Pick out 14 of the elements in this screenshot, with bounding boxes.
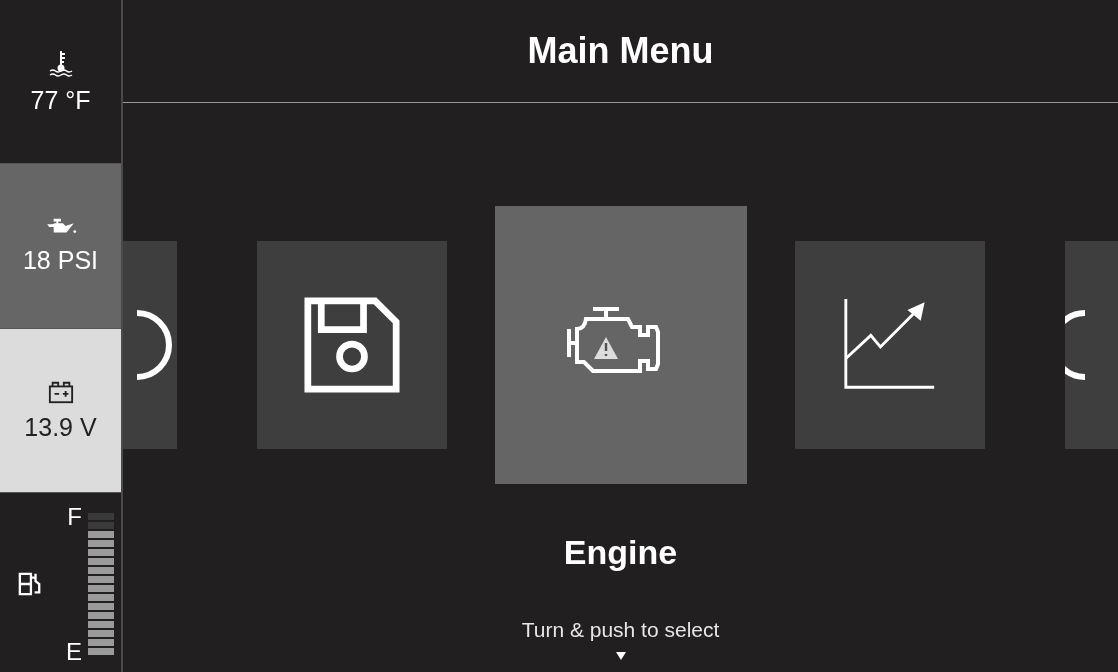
gauge-reading: 18 PSI [22,246,99,276]
hint-text: Turn & push to select [521,618,720,642]
fuel-pump-icon [18,572,42,597]
empty-label: E [66,638,82,666]
screen-title: Main Menu [527,30,714,72]
menu-tile[interactable] [494,206,747,484]
gauge-reading: 77 °F [30,86,91,116]
full-label: F [67,502,82,531]
down-triangle-icon [615,652,626,660]
gauge-reading: 13.9 V [24,412,97,442]
save-icon [303,297,400,393]
menu-tile[interactable] [794,241,985,449]
menu-tile[interactable] [256,241,447,449]
selected-item-label: Engine [563,533,678,572]
